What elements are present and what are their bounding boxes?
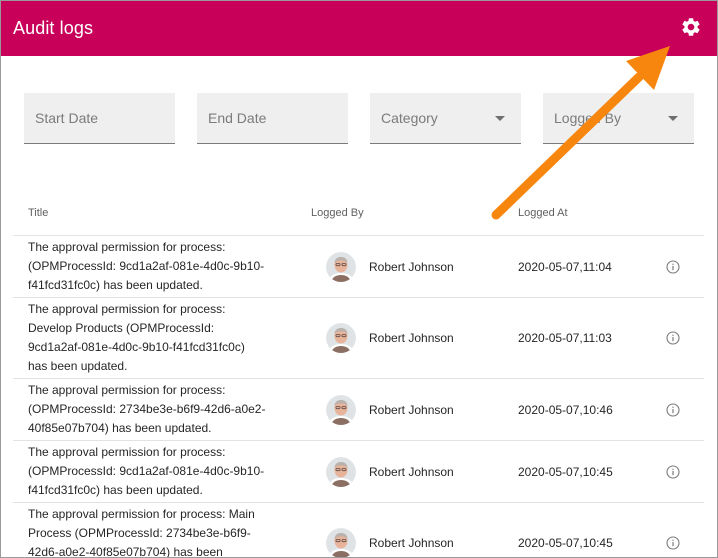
log-title-line: The approval permission for process: Mai… [28,507,255,521]
avatar-image [326,456,356,487]
log-title-line: The approval permission for process: [28,302,226,316]
avatar-image [326,251,356,282]
log-title-line: The approval permission for process: [28,240,226,254]
logged-by-cell: Robert Johnson [326,394,454,425]
info-icon [666,259,680,274]
log-title: The approval permission for process: Deve… [13,298,293,378]
avatar [326,456,356,487]
logged-at-cell: 2020-05-07,11:03 [518,331,612,345]
logged-by-cell: Robert Johnson [326,456,454,487]
chevron-down-icon [495,116,505,121]
info-icon [666,536,680,550]
page-title: Audit logs [13,18,94,38]
table-row[interactable]: The approval permission for process: Deve… [13,298,704,379]
chevron-down-icon [668,116,678,121]
start-date-label: Start Date [35,110,99,126]
info-button[interactable] [666,464,680,479]
log-title-line: (OPMProcessId: 2734be3e-b6f9-42d6-a0e2- [28,402,266,416]
log-title-line: Develop Products (OPMProcessId: [28,321,215,335]
logged-at-cell: 2020-05-07,11:04 [518,259,612,274]
end-date-field[interactable]: End Date [197,93,348,144]
table-row[interactable]: The approval permission for process: (OPM… [13,379,704,441]
info-button[interactable] [666,331,680,345]
logged-at-cell: 2020-05-07,10:45 [518,536,613,550]
info-button[interactable] [666,536,680,550]
column-header-logged-by[interactable]: Logged By [311,207,364,219]
info-button[interactable] [666,402,680,417]
gear-icon [682,17,700,36]
table-body: The approval permission for process: (OPM… [13,236,704,558]
avatar [326,528,356,557]
log-title-line: has been updated. [28,359,128,373]
log-title-line: (OPMProcessId: 9cd1a2af-081e-4d0c-9b10- [28,464,265,478]
table-row[interactable]: The approval permission for process: (OPM… [13,236,704,298]
log-title-line: The approval permission for process: [28,445,226,459]
logged-at-cell: 2020-05-07,10:45 [518,464,613,479]
table-row[interactable]: The approval permission for process: (OPM… [13,441,704,503]
avatar [326,251,356,282]
audit-logs-window: Audit logs Start Date End Date Category … [0,0,718,558]
log-title-line: f41fcd31fc0c) has been updated. [28,483,203,497]
log-title: The approval permission for process: (OPM… [13,236,293,297]
table-row[interactable]: The approval permission for process: Mai… [13,503,704,558]
log-title-line: The approval permission for process: [28,383,226,397]
audit-log-table: Title Logged By Logged At The approval p… [13,195,704,558]
logged-by-cell: Robert Johnson [326,323,454,353]
avatar-image [326,323,356,353]
log-title-line: (OPMProcessId: 9cd1a2af-081e-4d0c-9b10- [28,259,265,273]
log-title-line: 40f85e07b704) has been updated. [28,421,212,435]
logged-by-cell: Robert Johnson [326,528,454,557]
log-title: The approval permission for process: Mai… [13,503,293,558]
info-button[interactable] [666,259,680,274]
start-date-field[interactable]: Start Date [24,93,175,144]
logged-by-name: Robert Johnson [369,259,454,274]
table-header: Title Logged By Logged At [13,195,704,236]
log-title-line: f41fcd31fc0c) has been updated. [28,278,203,292]
end-date-label: End Date [208,110,267,126]
log-title-line: 9cd1a2af-081e-4d0c-9b10-f41fcd31fc0c) [28,340,245,354]
logged-by-cell: Robert Johnson [326,251,454,282]
log-title-line: Process (OPMProcessId: 2734be3e-b6f9- [28,526,251,540]
filter-bar: Start Date End Date Category Logged By [24,93,694,144]
log-title-line: 42d6-a0e2-40f85e07b704) has been [28,545,223,558]
logged-by-select[interactable]: Logged By [543,93,694,144]
logged-by-name: Robert Johnson [369,464,454,479]
log-title: The approval permission for process: (OPM… [13,441,293,502]
log-title: The approval permission for process: (OPM… [13,379,293,440]
category-select[interactable]: Category [370,93,521,144]
info-icon [666,331,680,345]
logged-by-name: Robert Johnson [369,536,454,550]
column-header-logged-at[interactable]: Logged At [518,207,568,219]
logged-by-name: Robert Johnson [369,402,454,417]
avatar-image [326,394,356,425]
logged-by-label: Logged By [554,110,621,126]
info-icon [666,464,680,479]
settings-button[interactable] [679,15,703,39]
logged-at-cell: 2020-05-07,10:46 [518,402,613,417]
info-icon [666,402,680,417]
column-header-title[interactable]: Title [28,207,48,219]
avatar [326,394,356,425]
logged-by-name: Robert Johnson [369,331,454,345]
app-header: Audit logs [1,1,717,56]
category-label: Category [381,110,438,126]
avatar [326,323,356,353]
avatar-image [326,528,356,557]
